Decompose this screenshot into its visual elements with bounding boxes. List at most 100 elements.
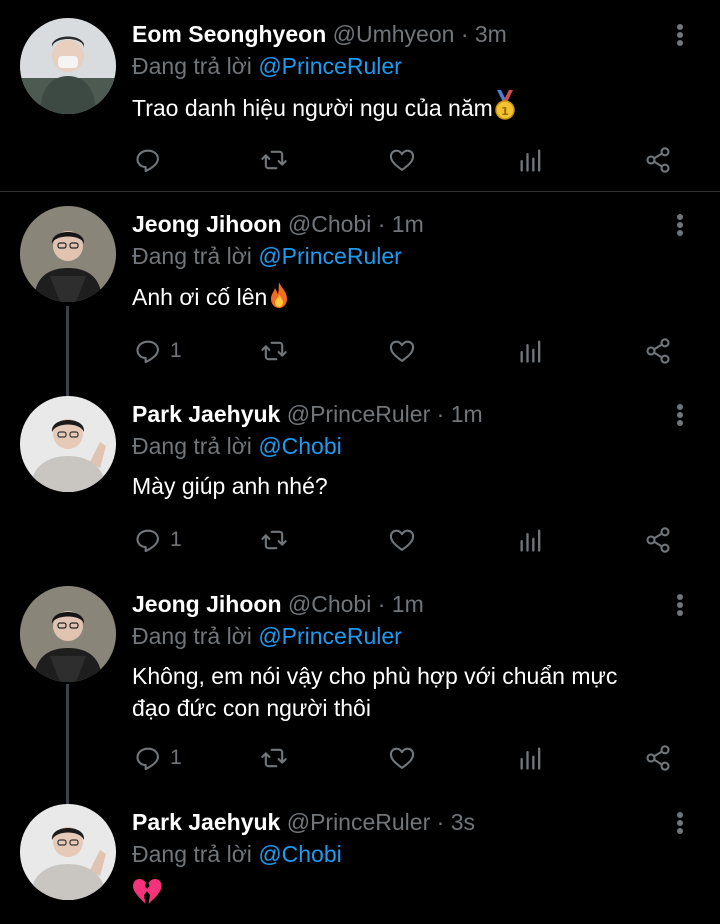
mention-link[interactable]: @PrinceRuler <box>258 243 402 269</box>
reply-button[interactable]: 1 <box>134 334 182 368</box>
timestamp[interactable]: 3s <box>451 809 475 835</box>
retweet-icon <box>261 530 287 550</box>
tweet-actions <box>132 143 692 177</box>
tweet-text-line: đạo đức con người thôi <box>132 695 371 721</box>
tweet-text: Trao danh hiệu người ngu của năm 1 <box>132 90 692 128</box>
reply-icon <box>136 149 159 173</box>
more-options-icon[interactable] <box>668 808 692 838</box>
tweet-text: Anh ơi cố lên <box>132 281 692 317</box>
share-button[interactable] <box>644 741 672 775</box>
timestamp[interactable]: 1m <box>392 211 424 237</box>
like-button[interactable] <box>388 523 416 557</box>
share-icon <box>646 338 670 364</box>
tweet-text-content: Trao danh hiệu người ngu của năm <box>132 95 493 121</box>
reply-count: 1 <box>170 528 182 551</box>
like-button[interactable] <box>388 143 416 177</box>
retweet-icon <box>261 748 287 768</box>
share-icon <box>646 745 670 771</box>
analytics-button[interactable] <box>517 143 545 177</box>
user-handle[interactable]: @Umhyeon <box>333 21 455 47</box>
heart-icon <box>389 149 415 171</box>
avatar[interactable] <box>20 586 116 682</box>
tweet-text-content: Anh ơi cố lên <box>132 284 268 310</box>
tweet-text: Mày giúp anh nhé? <box>132 470 692 502</box>
like-button[interactable] <box>388 741 416 775</box>
user-handle[interactable]: @Chobi <box>288 211 371 237</box>
avatar-photo-icon <box>20 396 116 492</box>
tweet-actions: 1 <box>132 741 692 775</box>
replying-to: Đang trả lời @Chobi <box>132 839 342 869</box>
more-options-icon[interactable] <box>668 400 692 430</box>
replying-to-label: Đang trả lời <box>132 841 252 867</box>
share-button[interactable] <box>644 143 672 177</box>
tweet-2[interactable]: Jeong Jihoon @Chobi · 1m Đang trả lời @P… <box>0 192 720 392</box>
retweet-button[interactable] <box>260 741 288 775</box>
share-button[interactable] <box>644 523 672 557</box>
like-button[interactable] <box>388 334 416 368</box>
display-name[interactable]: Eom Seonghyeon <box>132 21 326 47</box>
avatar[interactable] <box>20 206 116 302</box>
replying-to-label: Đang trả lời <box>132 243 252 269</box>
retweet-button[interactable] <box>260 334 288 368</box>
replying-to: Đang trả lời @PrinceRuler <box>132 241 402 271</box>
heart-icon <box>389 529 415 551</box>
separator-dot: · <box>436 401 445 427</box>
display-name[interactable]: Park Jaehyuk <box>132 401 280 427</box>
share-icon <box>646 147 670 173</box>
tweet-4[interactable]: Jeong Jihoon @Chobi · 1m Đang trả lời @P… <box>0 582 720 800</box>
replying-to: Đang trả lời @PrinceRuler <box>132 621 402 651</box>
share-button[interactable] <box>644 334 672 368</box>
reply-button[interactable]: 1 <box>134 741 182 775</box>
avatar-photo-icon <box>20 18 116 114</box>
user-handle[interactable]: @PrinceRuler <box>287 401 431 427</box>
replying-to: Đang trả lời @PrinceRuler <box>132 51 402 81</box>
mention-link[interactable]: @PrinceRuler <box>258 623 402 649</box>
avatar[interactable] <box>20 18 116 114</box>
tweet-5[interactable]: Park Jaehyuk @PrinceRuler · 3s Đang trả … <box>0 800 720 924</box>
retweet-button[interactable] <box>260 523 288 557</box>
separator-dot: · <box>436 809 445 835</box>
analytics-button[interactable] <box>517 523 545 557</box>
avatar-photo-icon <box>20 206 116 302</box>
tweet-text-content: Mày giúp anh nhé? <box>132 473 328 499</box>
tweet-3[interactable]: Park Jaehyuk @PrinceRuler · 1m Đang trả … <box>0 392 720 582</box>
fire-icon <box>267 281 291 317</box>
medal-icon: 1 <box>493 90 517 128</box>
more-options-icon[interactable] <box>668 590 692 620</box>
reply-button[interactable]: 1 <box>134 523 182 557</box>
retweet-icon <box>261 150 287 170</box>
display-name[interactable]: Jeong Jihoon <box>132 211 282 237</box>
user-handle[interactable]: @PrinceRuler <box>287 809 431 835</box>
mention-link[interactable]: @PrinceRuler <box>258 53 402 79</box>
user-handle[interactable]: @Chobi <box>288 591 371 617</box>
avatar[interactable] <box>20 396 116 492</box>
timestamp[interactable]: 1m <box>451 401 483 427</box>
avatar-photo-icon <box>20 586 116 682</box>
more-options-icon[interactable] <box>668 20 692 50</box>
display-name[interactable]: Jeong Jihoon <box>132 591 282 617</box>
reply-icon <box>136 529 159 553</box>
replying-to: Đang trả lời @Chobi <box>132 431 342 461</box>
avatar[interactable] <box>20 804 116 900</box>
mention-link[interactable]: @Chobi <box>258 841 341 867</box>
tweet-actions: 1 <box>132 334 692 368</box>
retweet-button[interactable] <box>260 143 288 177</box>
heart-icon <box>389 340 415 362</box>
analytics-button[interactable] <box>517 334 545 368</box>
display-name[interactable]: Park Jaehyuk <box>132 809 280 835</box>
mention-link[interactable]: @Chobi <box>258 433 341 459</box>
reply-button[interactable] <box>134 143 170 177</box>
svg-text:1: 1 <box>501 105 509 118</box>
avatar-photo-icon <box>20 804 116 900</box>
analytics-icon <box>520 340 541 363</box>
timestamp[interactable]: 1m <box>392 591 424 617</box>
tweet-1[interactable]: Eom Seonghyeon @Umhyeon · 3m Đang trả lờ… <box>0 0 720 190</box>
timestamp[interactable]: 3m <box>475 21 507 47</box>
reply-icon <box>136 747 159 771</box>
more-options-icon[interactable] <box>668 210 692 240</box>
retweet-icon <box>261 341 287 361</box>
replying-to-label: Đang trả lời <box>132 433 252 459</box>
reply-count: 1 <box>170 746 182 769</box>
separator-dot: · <box>377 211 386 237</box>
analytics-button[interactable] <box>517 741 545 775</box>
